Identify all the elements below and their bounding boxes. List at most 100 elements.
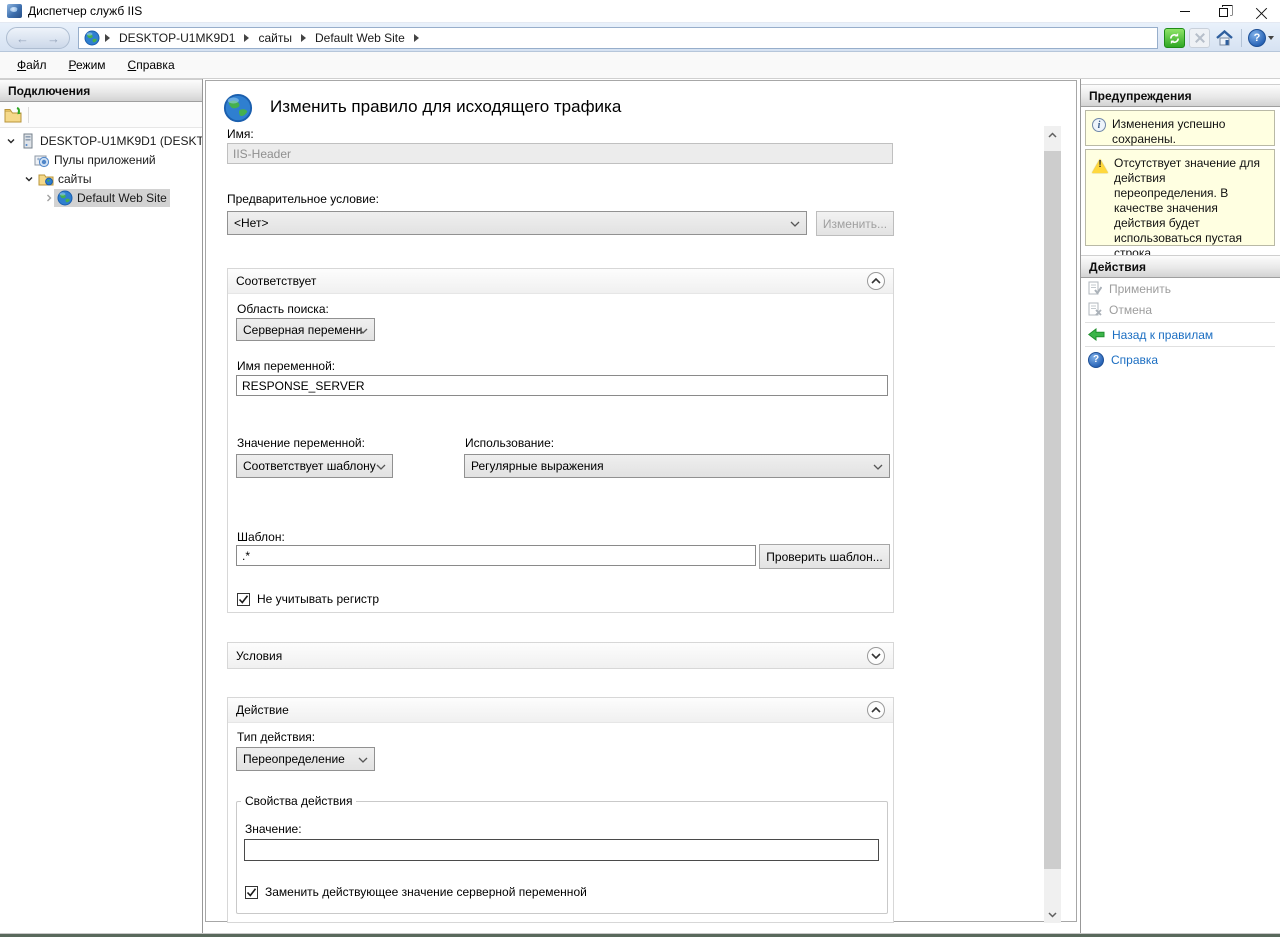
help-icon: ? [1088, 352, 1104, 368]
breadcrumb[interactable]: DESKTOP-U1MK9D1 сайты Default Web Site [78, 27, 1158, 49]
window-title: Диспетчер служб IIS [28, 4, 142, 18]
conditions-section: Условия [227, 642, 894, 669]
breadcrumb-separator-icon [301, 34, 306, 42]
scope-select[interactable]: Серверная переменн [236, 318, 375, 341]
info-alert: i Изменения успешно сохранены. [1085, 110, 1275, 146]
help-icon: ? [1248, 29, 1266, 47]
action-type-select[interactable]: Переопределение [236, 747, 375, 771]
breadcrumb-separator-icon [244, 34, 249, 42]
navigation-buttons: ← → [6, 27, 70, 49]
action-section-title: Действие [236, 703, 289, 717]
alerts-header: Предупреждения [1081, 84, 1280, 107]
help-link[interactable]: Справка [1111, 353, 1158, 367]
page-title: Изменить правило для исходящего трафика [270, 97, 621, 117]
apply-label: Применить [1109, 282, 1171, 296]
name-input [227, 143, 893, 164]
toolbar-separator [28, 107, 29, 123]
refresh-button[interactable] [1164, 28, 1185, 48]
actions-header: Действия [1081, 255, 1280, 278]
action-type-label: Тип действия: [237, 730, 315, 744]
menu-help[interactable]: Справка [117, 54, 186, 76]
chevron-expanded-icon[interactable] [24, 174, 34, 184]
tree-item-sites[interactable]: сайты [0, 169, 202, 188]
back-button[interactable]: ← [16, 31, 29, 46]
chevron-down-icon [790, 221, 800, 227]
title-bar: Диспетчер служб IIS [0, 0, 1280, 22]
edit-precondition-button: Изменить... [816, 211, 894, 236]
chevron-down-icon [1268, 36, 1274, 40]
back-to-rules-link[interactable]: Назад к правилам [1112, 328, 1213, 342]
ignore-case-label: Не учитывать регистр [257, 592, 379, 606]
variable-name-input[interactable] [236, 375, 888, 396]
value-input[interactable] [244, 839, 879, 861]
precondition-select[interactable]: <Нет> [227, 211, 807, 235]
server-icon [20, 133, 36, 149]
stop-icon [1195, 33, 1205, 43]
help-menu-button[interactable]: ? [1248, 29, 1274, 47]
scroll-up-button[interactable] [1044, 126, 1061, 143]
stop-button [1189, 28, 1210, 48]
warning-alert: ! Отсутствует значение для действия пере… [1085, 149, 1275, 246]
test-pattern-button[interactable]: Проверить шаблон... [759, 544, 890, 569]
chevron-down-icon [871, 653, 881, 659]
variable-value-select[interactable]: Соответствует шаблону [236, 454, 393, 478]
vertical-scrollbar[interactable] [1044, 126, 1061, 923]
application-pools-icon [34, 152, 50, 168]
action-properties-title: Свойства действия [241, 794, 356, 808]
collapse-action-button[interactable] [867, 701, 885, 719]
tree-item-label: сайты [58, 172, 92, 186]
warning-icon: ! [1092, 157, 1108, 171]
chevron-expanded-icon[interactable] [6, 136, 16, 146]
action-section: Действие Тип действия: Переопределение С… [227, 697, 894, 923]
scrollbar-thumb[interactable] [1044, 151, 1061, 869]
replace-value-label: Заменить действующее значение серверной … [265, 885, 587, 899]
toolbar-separator [1241, 29, 1242, 47]
breadcrumb-sites[interactable]: сайты [258, 31, 292, 45]
breadcrumb-server[interactable]: DESKTOP-U1MK9D1 [119, 31, 235, 45]
breadcrumb-default-web-site[interactable]: Default Web Site [315, 31, 405, 45]
action-properties-group: Свойства действия Значение: Заменить дей… [236, 794, 888, 914]
restore-button[interactable] [1204, 0, 1242, 22]
ignore-case-checkbox-row[interactable]: Не учитывать регистр [237, 592, 379, 606]
globe-icon [84, 30, 100, 46]
breadcrumb-separator-icon [414, 34, 419, 42]
info-alert-text: Изменения успешно сохранены. [1112, 117, 1270, 139]
menu-file[interactable]: Файл [6, 54, 58, 76]
info-icon: i [1092, 118, 1106, 132]
selected-tree-item: Default Web Site [54, 189, 170, 207]
variable-name-label: Имя переменной: [237, 359, 335, 373]
save-connection-icon[interactable] [4, 107, 22, 123]
tree-item-server[interactable]: DESKTOP-U1MK9D1 (DESKTOI [0, 131, 202, 150]
checkbox-checked-icon[interactable] [245, 886, 258, 899]
restore-icon [1219, 8, 1228, 17]
value-label: Значение: [245, 822, 302, 836]
back-to-rules-action[interactable]: Назад к правилам [1081, 324, 1280, 345]
apply-icon [1088, 281, 1102, 296]
expand-conditions-button[interactable] [867, 647, 885, 665]
sites-folder-icon [38, 171, 54, 187]
using-select[interactable]: Регулярные выражения [464, 454, 890, 478]
minimize-button[interactable] [1166, 0, 1204, 22]
forward-button[interactable]: → [47, 31, 60, 46]
tree-item-default-web-site[interactable]: Default Web Site [0, 188, 202, 207]
menu-view[interactable]: Режим [58, 54, 117, 76]
checkbox-checked-icon[interactable] [237, 593, 250, 606]
scroll-down-button[interactable] [1044, 906, 1061, 923]
variable-value-label: Значение переменной: [237, 436, 365, 450]
close-button[interactable] [1242, 0, 1280, 22]
replace-value-checkbox-row[interactable]: Заменить действующее значение серверной … [245, 885, 587, 899]
home-button[interactable] [1214, 28, 1235, 48]
actions-panel: Предупреждения i Изменения успешно сохра… [1080, 79, 1280, 933]
tree-item-label: DESKTOP-U1MK9D1 (DESKTOI [40, 134, 202, 148]
cancel-label: Отмена [1109, 303, 1152, 317]
address-bar: ← → DESKTOP-U1MK9D1 сайты Default Web Si… [0, 22, 1280, 52]
pattern-input[interactable] [236, 545, 756, 566]
tree-item-app-pools[interactable]: Пулы приложений [0, 150, 202, 169]
chevron-up-icon [871, 278, 881, 284]
connections-panel: Подключения DESKTOP-U1MK9D1 (DESKTOI [0, 79, 203, 933]
chevron-collapsed-icon[interactable] [44, 193, 54, 203]
collapse-match-button[interactable] [867, 272, 885, 290]
breadcrumb-separator-icon [105, 34, 110, 42]
cancel-action: Отмена [1081, 299, 1280, 320]
help-action[interactable]: ? Справка [1081, 349, 1280, 370]
